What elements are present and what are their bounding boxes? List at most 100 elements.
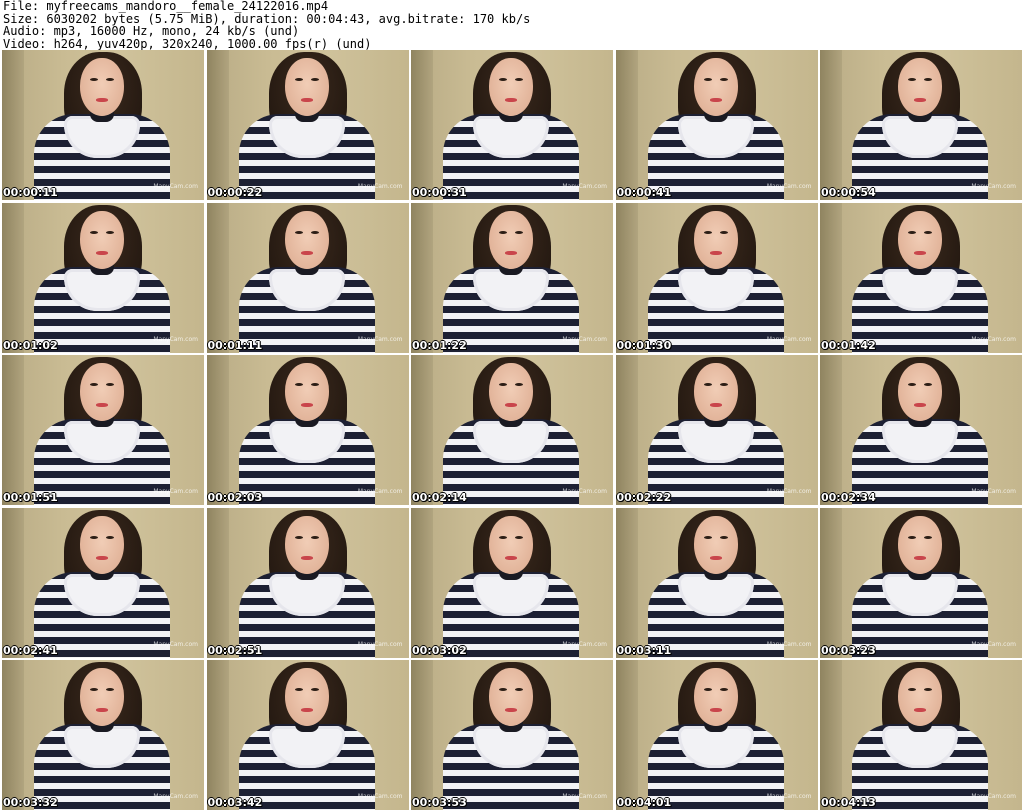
watermark: ManyCam.com bbox=[562, 183, 607, 190]
mouth bbox=[709, 98, 722, 102]
mouth bbox=[914, 403, 926, 407]
timestamp-label: 00:01:02 bbox=[3, 338, 58, 352]
wall-edge bbox=[2, 507, 24, 658]
timestamp-label: 00:02:41 bbox=[3, 643, 58, 657]
watermark: ManyCam.com bbox=[153, 793, 198, 800]
eye bbox=[924, 535, 932, 539]
eye bbox=[499, 230, 507, 234]
face bbox=[80, 363, 124, 421]
video-thumbnail: ManyCam.com 00:01:22 bbox=[411, 202, 613, 353]
timestamp-label: 00:00:54 bbox=[821, 186, 876, 199]
mouth bbox=[709, 555, 722, 560]
watermark: ManyCam.com bbox=[766, 793, 812, 800]
wall-edge bbox=[820, 507, 842, 658]
video-thumbnail: ManyCam.com 00:01:30 bbox=[615, 202, 818, 353]
eye bbox=[719, 688, 728, 691]
eye bbox=[924, 383, 932, 386]
timestamp-label: 00:03:32 bbox=[3, 796, 58, 809]
eye bbox=[703, 535, 712, 539]
eye bbox=[106, 688, 114, 691]
face bbox=[489, 58, 533, 116]
face bbox=[284, 515, 329, 574]
eye bbox=[703, 230, 712, 234]
wall-edge bbox=[615, 50, 638, 200]
watermark: ManyCam.com bbox=[766, 335, 812, 343]
wall-edge bbox=[206, 50, 229, 200]
mouth bbox=[914, 708, 926, 712]
timestamp-label: 00:04:13 bbox=[821, 796, 876, 809]
face bbox=[898, 363, 942, 421]
eye bbox=[908, 688, 916, 691]
eye bbox=[703, 383, 712, 386]
video-thumbnail: ManyCam.com 00:01:11 bbox=[206, 202, 409, 353]
video-thumbnail: ManyCam.com 00:00:41 bbox=[615, 50, 818, 200]
eye bbox=[515, 688, 523, 691]
video-thumbnail: ManyCam.com 00:01:51 bbox=[2, 355, 204, 505]
video-thumbnail: ManyCam.com 00:03:11 bbox=[615, 507, 818, 658]
mouth bbox=[505, 555, 517, 560]
eye bbox=[106, 230, 114, 234]
timestamp-label: 00:01:42 bbox=[821, 338, 876, 352]
video-thumbnail: ManyCam.com 00:02:03 bbox=[206, 355, 409, 505]
mouth bbox=[300, 555, 313, 560]
wall-edge bbox=[411, 507, 433, 658]
eye bbox=[310, 688, 319, 691]
watermark: ManyCam.com bbox=[357, 793, 403, 800]
timestamp-label: 00:02:51 bbox=[207, 643, 263, 657]
eye bbox=[294, 383, 303, 386]
face bbox=[898, 515, 942, 574]
eye bbox=[499, 535, 507, 539]
timestamp-label: 00:01:30 bbox=[616, 338, 672, 352]
eye bbox=[515, 383, 523, 386]
mouth bbox=[96, 708, 108, 712]
watermark: ManyCam.com bbox=[971, 793, 1016, 800]
timestamp-label: 00:00:22 bbox=[207, 186, 263, 199]
video-thumbnail: ManyCam.com 00:02:41 bbox=[2, 507, 204, 658]
eye bbox=[924, 230, 932, 234]
wall-edge bbox=[411, 202, 433, 353]
face bbox=[80, 210, 124, 269]
timestamp-label: 00:04:01 bbox=[616, 796, 672, 809]
mouth bbox=[914, 98, 926, 102]
timestamp-label: 00:03:53 bbox=[412, 796, 467, 809]
mouth bbox=[505, 403, 517, 407]
timestamp-label: 00:00:41 bbox=[616, 186, 672, 199]
watermark: ManyCam.com bbox=[971, 640, 1016, 648]
video-thumbnail: ManyCam.com 00:00:11 bbox=[2, 50, 204, 200]
video-thumbnail: ManyCam.com 00:01:02 bbox=[2, 202, 204, 353]
file-name-line: File: myfreecams_mandoro__female_2412201… bbox=[3, 0, 329, 13]
eye bbox=[90, 383, 98, 386]
wall-edge bbox=[206, 507, 229, 658]
wall-edge bbox=[411, 660, 433, 810]
watermark: ManyCam.com bbox=[153, 183, 198, 190]
wall-edge bbox=[820, 50, 842, 200]
mouth bbox=[300, 708, 313, 712]
eye bbox=[294, 230, 303, 234]
video-thumbnail: ManyCam.com 00:02:22 bbox=[615, 355, 818, 505]
eye bbox=[515, 535, 523, 539]
video-thumbnail: ManyCam.com 00:00:31 bbox=[411, 50, 613, 200]
mouth bbox=[914, 555, 926, 560]
video-thumbnail: ManyCam.com 00:04:13 bbox=[820, 660, 1022, 810]
eye bbox=[908, 535, 916, 539]
eye bbox=[703, 688, 712, 691]
watermark: ManyCam.com bbox=[971, 183, 1016, 190]
face bbox=[693, 210, 738, 269]
face bbox=[489, 515, 533, 574]
wall-edge bbox=[615, 660, 638, 810]
eye bbox=[908, 230, 916, 234]
video-info-line: Video: h264, yuv420p, 320x240, 1000.00 f… bbox=[3, 36, 372, 51]
mouth bbox=[96, 403, 108, 407]
mouth bbox=[300, 250, 313, 255]
wall-edge bbox=[411, 50, 433, 200]
video-thumbnail: ManyCam.com 00:01:42 bbox=[820, 202, 1022, 353]
eye bbox=[310, 535, 319, 539]
watermark: ManyCam.com bbox=[562, 640, 607, 648]
face bbox=[693, 363, 738, 421]
timestamp-label: 00:01:11 bbox=[207, 338, 263, 352]
eye bbox=[499, 688, 507, 691]
eye bbox=[719, 78, 728, 81]
timestamp-label: 00:02:34 bbox=[821, 491, 876, 504]
mouth bbox=[300, 98, 313, 102]
eye bbox=[310, 78, 319, 81]
